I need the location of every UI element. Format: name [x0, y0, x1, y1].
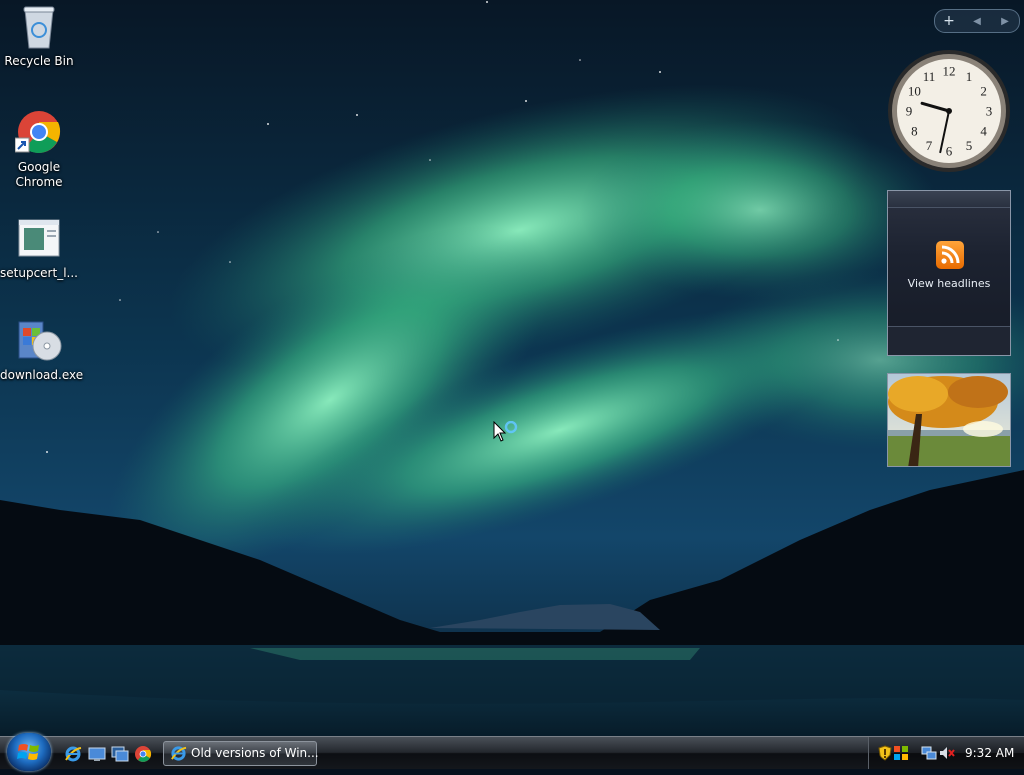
previous-gadgets-button[interactable]: ◀ — [963, 16, 991, 27]
notification-area: 9:32 AM — [868, 737, 1024, 769]
quicklaunch-chrome-icon[interactable] — [134, 745, 152, 763]
desktop-icon-label: setupcert_l... — [0, 266, 78, 280]
desktop-wallpaper — [0, 0, 1024, 768]
clock-number: 6 — [946, 144, 953, 159]
clock-number: 2 — [980, 84, 987, 99]
mouse-pointer-busy-icon — [493, 421, 518, 442]
clock-number: 10 — [908, 84, 921, 99]
system-clock[interactable]: 9:32 AM — [965, 737, 1014, 769]
autumn-tree-photo — [888, 374, 1010, 466]
quicklaunch-switch-windows-icon[interactable] — [111, 745, 129, 763]
quicklaunch-show-desktop-icon[interactable] — [88, 745, 106, 763]
rss-feed-icon — [936, 241, 964, 269]
google-chrome-desktop-icon[interactable]: Google Chrome — [0, 108, 78, 190]
clock-number: 9 — [906, 104, 913, 119]
installer-cd-icon — [15, 316, 63, 364]
desktop-icon-label: Google Chrome — [15, 160, 63, 189]
windows-update-icon[interactable] — [893, 745, 909, 761]
desktop-icon-label: download.exe — [0, 368, 84, 382]
clock-number: 1 — [966, 69, 973, 84]
internet-explorer-icon — [171, 746, 187, 761]
quicklaunch-internet-explorer-icon[interactable] — [64, 745, 82, 763]
start-button[interactable] — [7, 733, 51, 771]
volume-muted-icon[interactable] — [939, 745, 955, 761]
recycle-bin-desktop-icon[interactable]: Recycle Bin — [0, 2, 78, 69]
clock-gadget[interactable]: 12 12 3 45678 9 1011 — [886, 48, 1012, 174]
clock-number: 12 — [943, 64, 956, 79]
security-shield-icon[interactable] — [877, 745, 893, 761]
feed-gadget-footer — [888, 326, 1010, 355]
setupcert-desktop-icon[interactable]: setupcert_l... — [0, 214, 78, 281]
gadget-controls: + ◀ ▶ — [934, 9, 1020, 33]
chrome-icon — [14, 108, 63, 156]
windows-logo-icon — [17, 744, 39, 760]
slideshow-gadget[interactable] — [887, 373, 1011, 467]
clock-number: 11 — [923, 69, 936, 84]
clock-number: 8 — [911, 124, 918, 139]
add-gadget-button[interactable]: + — [935, 13, 963, 29]
feed-headlines-gadget[interactable]: View headlines — [887, 190, 1011, 356]
download-exe-desktop-icon[interactable]: download.exe — [0, 316, 84, 383]
next-gadgets-button[interactable]: ▶ — [991, 16, 1019, 27]
clock-number: 5 — [966, 138, 973, 153]
clock-number: 3 — [986, 104, 993, 119]
taskbar: Old versions of Win... 9:32 AM — [0, 733, 1024, 771]
view-headlines-link[interactable]: View headlines — [888, 277, 1010, 290]
recycle-bin-icon — [15, 2, 63, 50]
taskbar-button-internet-explorer[interactable]: Old versions of Win... — [163, 741, 319, 766]
desktop-icon-label: Recycle Bin — [4, 54, 74, 68]
network-icon[interactable] — [921, 745, 937, 761]
clock-number: 4 — [980, 124, 987, 139]
clock-number: 7 — [926, 138, 933, 153]
taskbar-button-label: Old versions of Win... — [191, 746, 319, 760]
feed-gadget-header — [888, 191, 1010, 208]
document-window-icon — [15, 214, 63, 262]
